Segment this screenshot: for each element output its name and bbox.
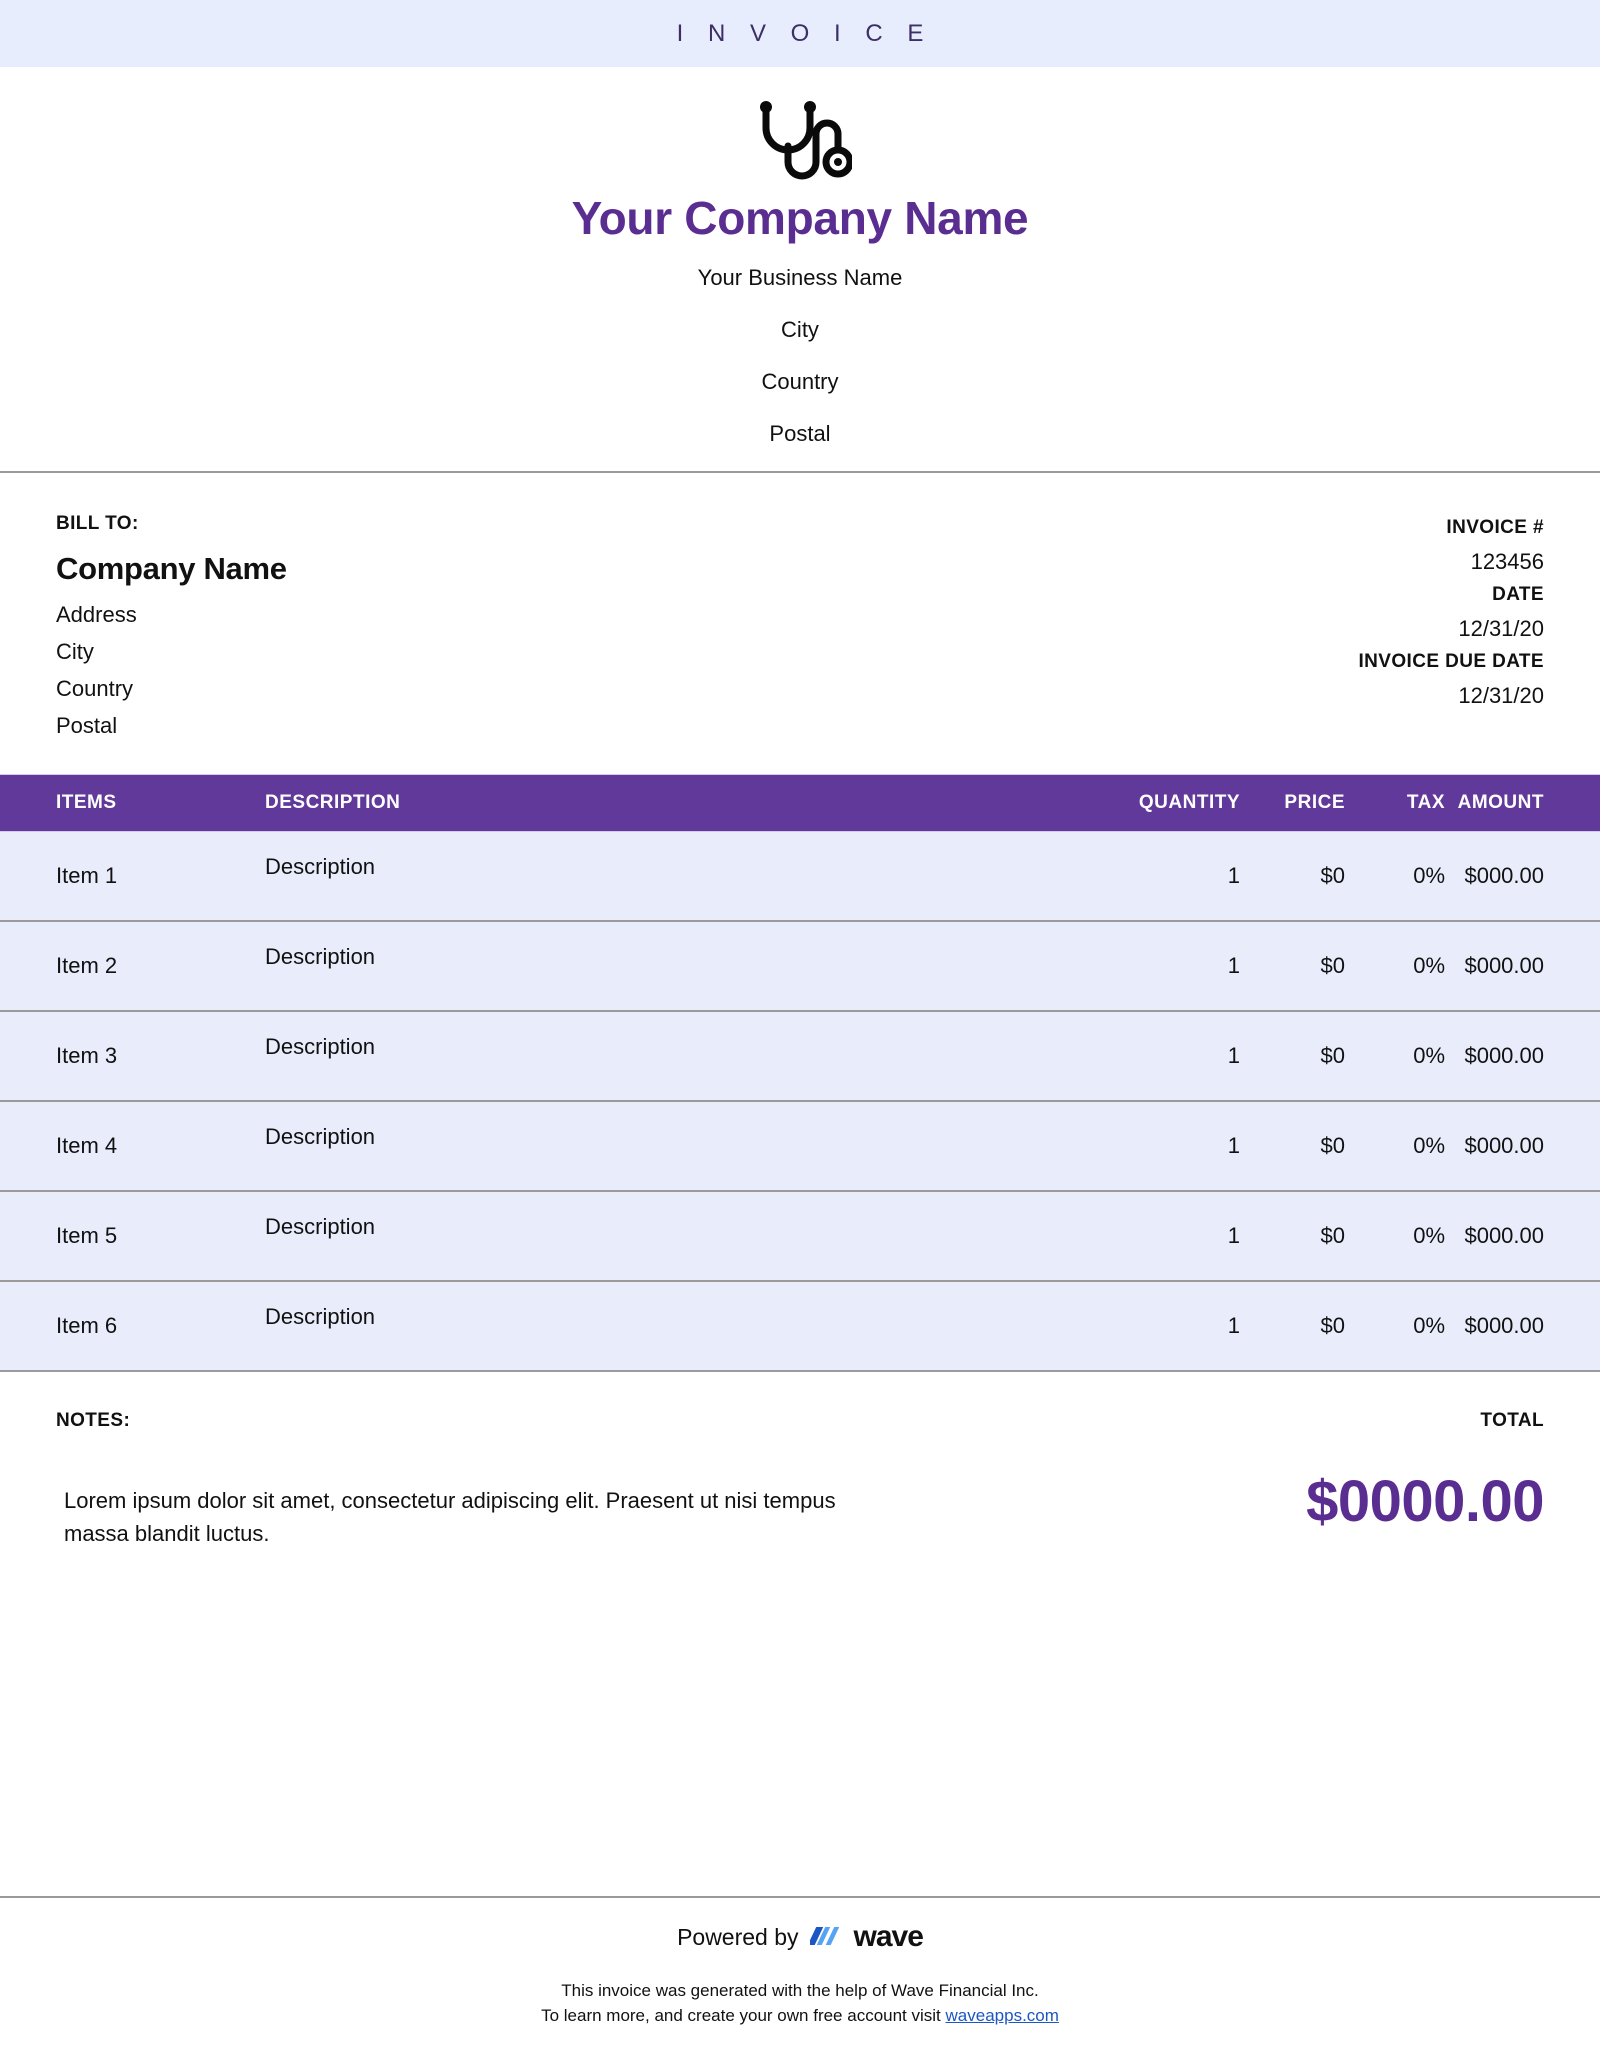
notes-text: Lorem ipsum dolor sit amet, consectetur … <box>64 1488 836 1546</box>
bill-to-label: BILL TO: <box>56 513 139 534</box>
row-tax: 0% <box>1413 1133 1445 1158</box>
waveapps-link[interactable]: waveapps.com <box>946 2006 1059 2025</box>
table-header-row: ITEMS DESCRIPTION QUANTITY PRICE TAX AMO… <box>0 774 1600 832</box>
row-tax: 0% <box>1413 1223 1445 1248</box>
stethoscope-icon <box>760 101 852 180</box>
row-amount: $000.00 <box>1464 1313 1544 1338</box>
table-row: Item 5 Description 1 $0 0% $000.00 <box>0 1192 1600 1282</box>
bill-to-address-line: Postal <box>56 713 118 738</box>
bill-to-address-line: Country <box>56 676 134 701</box>
total-block: TOTAL $0000.00 <box>1306 1410 1544 1550</box>
powered-by-label: Powered by <box>677 1923 799 1950</box>
company-address-line: Postal <box>769 421 831 446</box>
row-tax: 0% <box>1413 953 1445 978</box>
column-header-amount: AMOUNT <box>1457 792 1544 813</box>
row-price: $0 <box>1320 953 1345 978</box>
wave-wordmark: wave <box>853 1920 924 1953</box>
invoice-banner: I N V O I C E <box>0 0 1600 67</box>
row-quantity: 1 <box>1227 1223 1240 1248</box>
invoice-date-label: DATE <box>1492 584 1544 605</box>
row-quantity: 1 <box>1227 953 1240 978</box>
company-header: Your Company Name Your Business Name Cit… <box>0 67 1600 473</box>
row-price: $0 <box>1320 1133 1345 1158</box>
row-item-name: Item 3 <box>56 1043 118 1068</box>
row-price: $0 <box>1320 1313 1345 1338</box>
row-quantity: 1 <box>1227 1313 1240 1338</box>
bill-to-company-name: Company Name <box>56 551 287 586</box>
row-amount: $000.00 <box>1464 953 1544 978</box>
company-name: Your Company Name <box>571 192 1029 244</box>
company-address-line: Country <box>761 369 839 394</box>
row-description: Description <box>265 944 376 969</box>
row-description: Description <box>265 1304 376 1329</box>
table-row: Item 6 Description 1 $0 0% $000.00 <box>0 1282 1600 1372</box>
company-address-line: City <box>781 317 819 342</box>
bill-to-address-line: City <box>56 639 94 664</box>
row-tax: 0% <box>1413 863 1445 888</box>
table-row: Item 2 Description 1 $0 0% $000.00 <box>0 922 1600 1012</box>
bill-to-block: BILL TO: Company Name Address City Count… <box>56 513 287 744</box>
row-tax: 0% <box>1413 1043 1445 1068</box>
table-row: Item 3 Description 1 $0 0% $000.00 <box>0 1012 1600 1102</box>
row-amount: $000.00 <box>1464 1043 1544 1068</box>
row-price: $0 <box>1320 863 1345 888</box>
row-amount: $000.00 <box>1464 863 1544 888</box>
row-description: Description <box>265 1214 376 1239</box>
row-price: $0 <box>1320 1043 1345 1068</box>
row-quantity: 1 <box>1227 1043 1240 1068</box>
line-items-table: ITEMS DESCRIPTION QUANTITY PRICE TAX AMO… <box>0 774 1600 1372</box>
column-header-items: ITEMS <box>56 792 117 813</box>
company-address-line: Your Business Name <box>697 265 903 290</box>
page-title: I N V O I C E <box>676 19 933 47</box>
wave-logo: wave <box>809 1920 924 1954</box>
notes-and-total-section: NOTES: Lorem ipsum dolor sit amet, conse… <box>0 1372 1600 1550</box>
company-logo <box>0 95 1600 185</box>
row-item-name: Item 1 <box>56 863 118 888</box>
fine-print-line-1: This invoice was generated with the help… <box>561 1981 1039 2000</box>
powered-by-row: Powered by wave <box>0 1920 1600 1954</box>
column-header-description: DESCRIPTION <box>265 792 401 813</box>
column-header-price: PRICE <box>1284 792 1345 813</box>
invoice-details-block: INVOICE # 123456 DATE 12/31/20 INVOICE D… <box>1358 513 1544 744</box>
row-item-name: Item 6 <box>56 1313 118 1338</box>
invoice-document: I N V O I C E Your Company Name Your Bus… <box>0 0 1600 2070</box>
row-quantity: 1 <box>1227 863 1240 888</box>
row-description: Description <box>265 1124 376 1149</box>
invoice-due-date-label: INVOICE DUE DATE <box>1358 651 1544 672</box>
row-amount: $000.00 <box>1464 1223 1544 1248</box>
invoice-due-date-value: 12/31/20 <box>1458 683 1544 708</box>
row-tax: 0% <box>1413 1313 1445 1338</box>
row-item-name: Item 5 <box>56 1223 118 1248</box>
footer-fine-print: This invoice was generated with the help… <box>0 1978 1600 2028</box>
invoice-number-value: 123456 <box>1470 549 1544 574</box>
invoice-footer: Powered by wave This invoice was generat… <box>0 1920 1600 2028</box>
column-header-tax: TAX <box>1406 792 1445 813</box>
total-label: TOTAL <box>1480 1410 1544 1431</box>
notes-label: NOTES: <box>56 1410 131 1431</box>
row-description: Description <box>265 1034 376 1059</box>
row-item-name: Item 4 <box>56 1133 118 1158</box>
fine-print-line-2: To learn more, and create your own free … <box>0 2003 1600 2028</box>
row-item-name: Item 2 <box>56 953 118 978</box>
row-price: $0 <box>1320 1223 1345 1248</box>
invoice-number-label: INVOICE # <box>1446 517 1544 538</box>
row-amount: $000.00 <box>1464 1133 1544 1158</box>
table-row: Item 1 Description 1 $0 0% $000.00 <box>0 832 1600 922</box>
bill-to-address-line: Address <box>56 602 137 627</box>
wave-mark-icon <box>809 1927 839 1945</box>
fine-print-line-2-prefix: To learn more, and create your own free … <box>541 2006 946 2025</box>
total-amount: $0000.00 <box>1306 1469 1544 1534</box>
invoice-date-value: 12/31/20 <box>1458 616 1544 641</box>
row-description: Description <box>265 854 376 879</box>
table-row: Item 4 Description 1 $0 0% $000.00 <box>0 1102 1600 1192</box>
footer-divider <box>0 1896 1600 1898</box>
column-header-quantity: QUANTITY <box>1138 792 1240 813</box>
row-quantity: 1 <box>1227 1133 1240 1158</box>
invoice-meta-section: BILL TO: Company Name Address City Count… <box>0 473 1600 774</box>
notes-block: NOTES: Lorem ipsum dolor sit amet, conse… <box>56 1410 836 1550</box>
